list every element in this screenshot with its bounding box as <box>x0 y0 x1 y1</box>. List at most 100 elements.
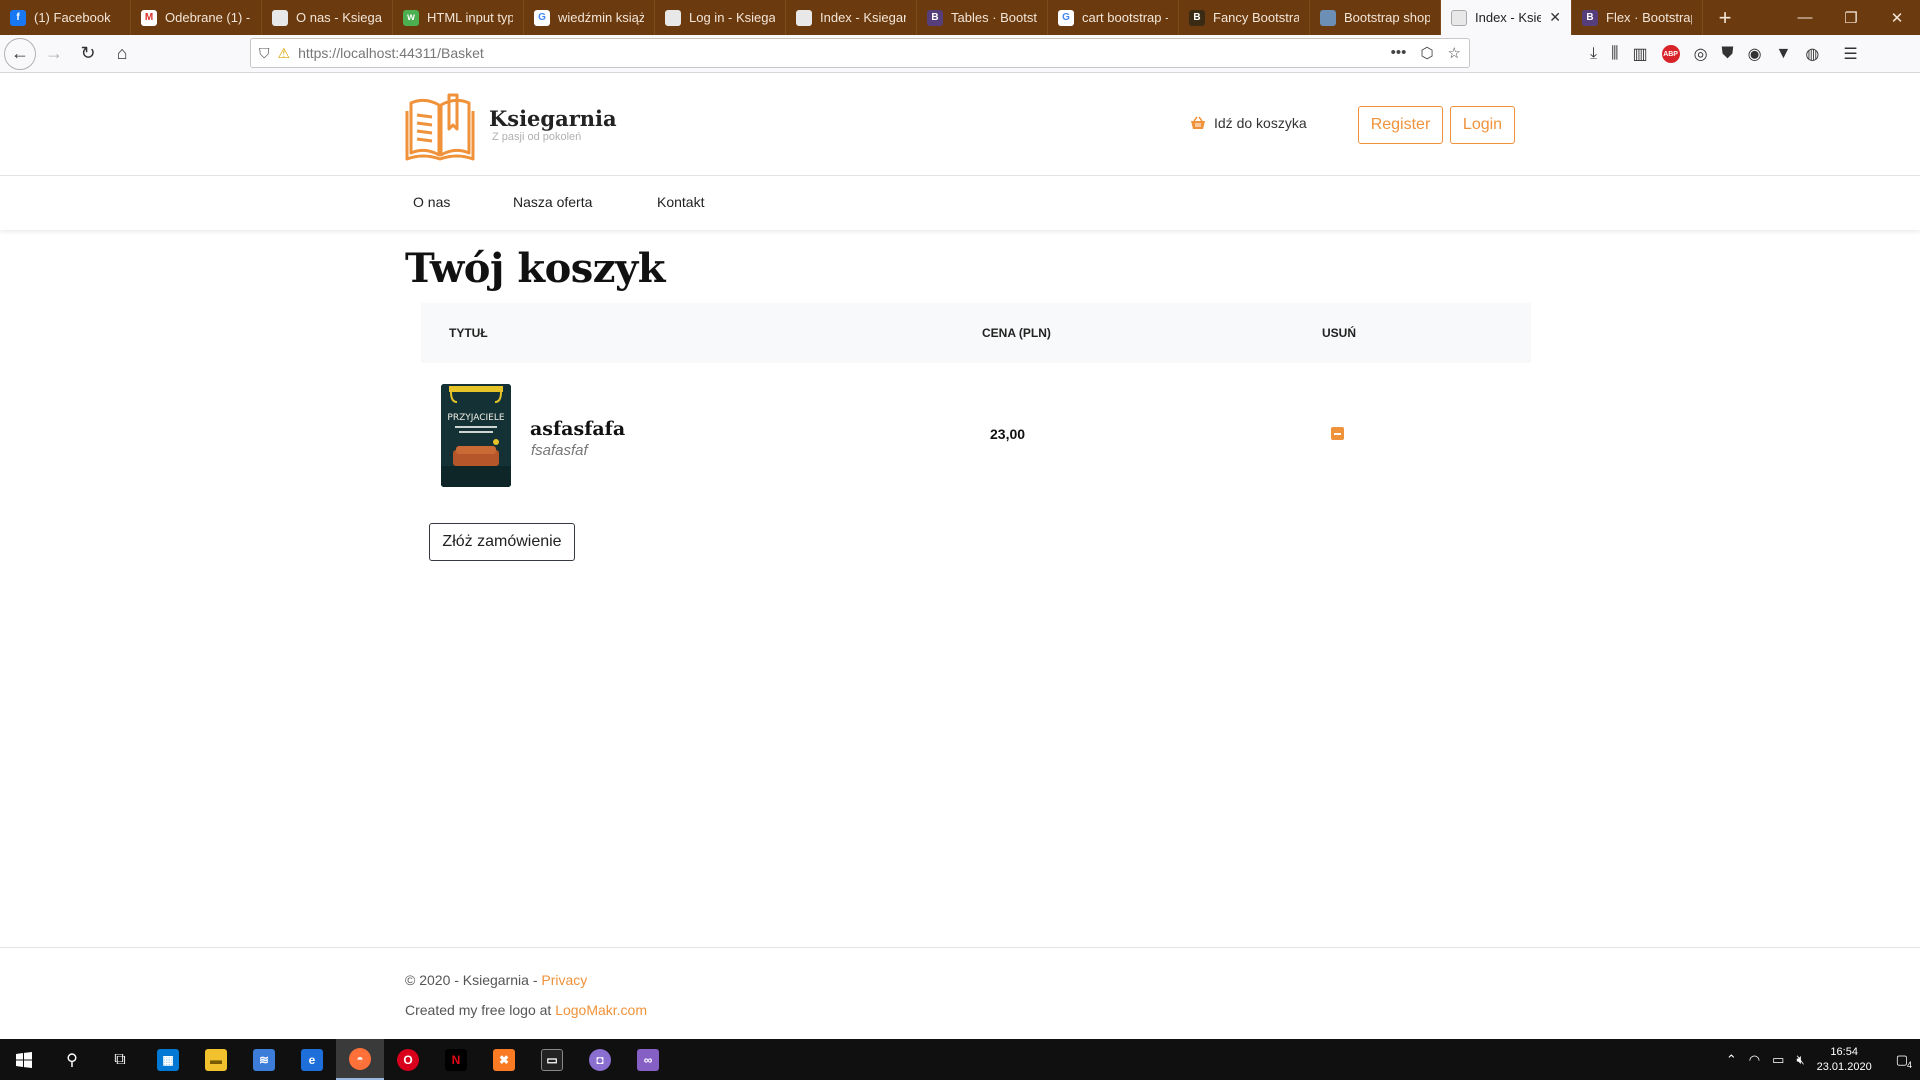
extension-globe-icon[interactable]: ◍ <box>1805 44 1819 64</box>
browser-tab[interactable]: f (1) Facebook <box>0 0 131 35</box>
book-cover-image[interactable]: PRZYJACIELE <box>441 384 511 487</box>
browser-tab[interactable]: Gwiedźmin książk <box>524 0 655 35</box>
page-title: Twój koszyk <box>405 245 665 292</box>
shield-icon[interactable]: ⛉ <box>259 45 270 62</box>
system-tray: ⌃ ◠ ▭ 🔇︎ 16:54 23.01.2020 ▢ 4 <box>1726 1039 1920 1080</box>
nav-item-o-nas[interactable]: O nas <box>413 194 450 210</box>
minimize-icon[interactable]: — <box>1782 0 1828 35</box>
footer-logo-credit: Created my free logo at LogoMakr.com <box>405 1002 648 1018</box>
menu-icon[interactable]: ☰ <box>1843 44 1857 64</box>
book-cover-title: PRZYJACIELE <box>447 413 504 423</box>
wifi-icon[interactable]: ◠ <box>1749 1052 1760 1068</box>
main-nav: O nas Nasza oferta Kontakt <box>0 177 1920 230</box>
privacy-badger-icon[interactable]: ⛊ <box>1722 45 1734 63</box>
basket-icon <box>1191 116 1205 129</box>
browser-toolbar: ← → ↻ ⌂ ⛉ ⚠ https://localhost:44311/Bask… <box>0 35 1920 73</box>
library-icon[interactable]: ⫼ <box>1611 45 1618 63</box>
home-icon[interactable]: ⌂ <box>106 38 138 70</box>
brand-name[interactable]: Ksiegarnia <box>489 106 617 131</box>
browser-tab[interactable]: M Odebrane (1) - k <box>131 0 262 35</box>
browser-tab[interactable]: B Fancy Bootstrap <box>1179 0 1310 35</box>
browser-tab[interactable]: Index - Ksiegarn <box>786 0 917 35</box>
bootsnipp-icon: B <box>1189 9 1205 26</box>
extension-icon[interactable]: ◎ <box>1694 44 1708 64</box>
column-header-price: CENA (PLN) <box>982 326 1051 340</box>
store-icon[interactable]: ▦ <box>144 1039 192 1080</box>
volume-muted-icon[interactable]: 🔇︎ <box>1796 1052 1804 1068</box>
remove-item-icon[interactable] <box>1331 427 1344 440</box>
netflix-icon[interactable]: N <box>432 1039 480 1080</box>
opera-icon[interactable]: O <box>384 1039 432 1080</box>
terminal-icon[interactable]: ▭ <box>528 1039 576 1080</box>
new-tab-button[interactable]: + <box>1703 0 1747 35</box>
google-icon: G <box>1058 9 1074 26</box>
page-icon <box>272 9 288 26</box>
firefox-icon[interactable]: ◓ <box>336 1039 384 1080</box>
restore-icon[interactable]: ❐ <box>1828 0 1874 35</box>
page-icon <box>665 9 681 26</box>
browser-tab[interactable]: w HTML input type <box>393 0 524 35</box>
battery-icon[interactable]: ▭ <box>1772 1052 1784 1068</box>
nav-item-nasza-oferta[interactable]: Nasza oferta <box>513 194 592 210</box>
download-icon[interactable]: ⤓ <box>1590 45 1597 63</box>
browser-tab[interactable]: Bootstrap shopp <box>1310 0 1441 35</box>
reload-icon[interactable]: ↻ <box>72 38 104 70</box>
windows-taskbar: ⚲ ⧉ ▦ ▬ ≋ e ◓ O N ✖ ▭ ◘ ∞ ⌃ ◠ ▭ 🔇︎ 16:54… <box>0 1039 1920 1080</box>
book-logo-icon[interactable] <box>405 89 475 161</box>
account-icon[interactable]: ◉ <box>1748 44 1762 64</box>
bookmark-star-icon[interactable]: ☆ <box>1448 44 1461 62</box>
nav-item-kontakt[interactable]: Kontakt <box>657 194 704 210</box>
brand-tagline: Z pasji od pokoleń <box>492 131 582 143</box>
column-header-remove: USUŃ <box>1322 326 1357 340</box>
pocket-icon[interactable]: ⬡ <box>1420 44 1433 62</box>
clock[interactable]: 16:54 23.01.2020 <box>1817 1045 1872 1075</box>
cart-row: PRZYJACIELE asfasfafa fsafasfaf 23,00 <box>421 363 1531 503</box>
go-to-cart-label: Idź do koszyka <box>1214 115 1307 131</box>
insecure-lock-icon[interactable]: ⚠ <box>278 45 291 62</box>
url-bar[interactable]: ⛉ ⚠ https://localhost:44311/Basket ••• ⬡… <box>250 38 1470 68</box>
browser-tab[interactable]: O nas - Ksiegarn <box>262 0 393 35</box>
adblock-plus-icon[interactable]: ABP <box>1661 45 1680 63</box>
page-actions-icon[interactable]: ••• <box>1391 44 1407 62</box>
book-title: asfasfafa <box>530 418 626 440</box>
task-view-icon[interactable]: ⧉ <box>96 1039 144 1080</box>
browser-tab[interactable]: Gcart bootstrap - S <box>1048 0 1179 35</box>
app-icon[interactable]: ≋ <box>240 1039 288 1080</box>
xampp-icon[interactable]: ✖ <box>480 1039 528 1080</box>
edge-icon[interactable]: e <box>288 1039 336 1080</box>
sidebar-icon[interactable]: ▥ <box>1632 44 1647 64</box>
privacy-link[interactable]: Privacy <box>541 972 587 988</box>
cart-table: TYTUŁ CENA (PLN) USUŃ PRZYJACIELE asfasf… <box>421 303 1531 503</box>
cloud-icon <box>1320 9 1336 26</box>
browser-tab[interactable]: Log in - Ksiegarn <box>655 0 786 35</box>
footer-copyright: © 2020 - Ksiegarnia - Privacy <box>405 972 588 988</box>
place-order-button[interactable]: Złóż zamówienie <box>429 523 575 561</box>
browser-tab[interactable]: BTables · Bootstrap <box>917 0 1048 35</box>
logomakr-link[interactable]: LogoMakr.com <box>555 1002 647 1018</box>
chevron-up-icon[interactable]: ⌃ <box>1726 1052 1737 1068</box>
file-explorer-icon[interactable]: ▬ <box>192 1039 240 1080</box>
browser-tab-active[interactable]: Index - Ksieg✕ <box>1441 0 1572 35</box>
close-tab-icon[interactable]: ✕ <box>1549 9 1561 26</box>
app-circle-icon[interactable]: ◘ <box>576 1039 624 1080</box>
search-icon[interactable]: ⚲ <box>48 1039 96 1080</box>
vpn-icon[interactable]: ▼ <box>1776 45 1792 63</box>
google-icon: G <box>534 9 550 26</box>
login-button[interactable]: Login <box>1450 106 1515 144</box>
back-icon[interactable]: ← <box>4 37 36 70</box>
gmail-icon: M <box>141 9 157 26</box>
go-to-cart-link[interactable]: Idź do koszyka <box>1190 115 1307 131</box>
site-footer: © 2020 - Ksiegarnia - Privacy Created my… <box>0 947 1920 1039</box>
close-window-icon[interactable]: ✕ <box>1874 0 1920 35</box>
column-header-title: TYTUŁ <box>449 326 488 340</box>
facebook-icon: f <box>10 9 26 26</box>
windows-start-icon[interactable] <box>0 1039 48 1080</box>
bootstrap-icon: B <box>927 9 943 26</box>
bootstrap-icon: B <box>1582 9 1598 26</box>
visual-studio-icon[interactable]: ∞ <box>624 1039 672 1080</box>
browser-tab[interactable]: B Flex · Bootstrap <box>1572 0 1703 35</box>
page-icon <box>796 9 812 26</box>
register-button[interactable]: Register <box>1358 106 1443 144</box>
forward-icon[interactable]: → <box>38 38 70 70</box>
notifications-icon[interactable]: ▢ 4 <box>1896 1052 1912 1070</box>
